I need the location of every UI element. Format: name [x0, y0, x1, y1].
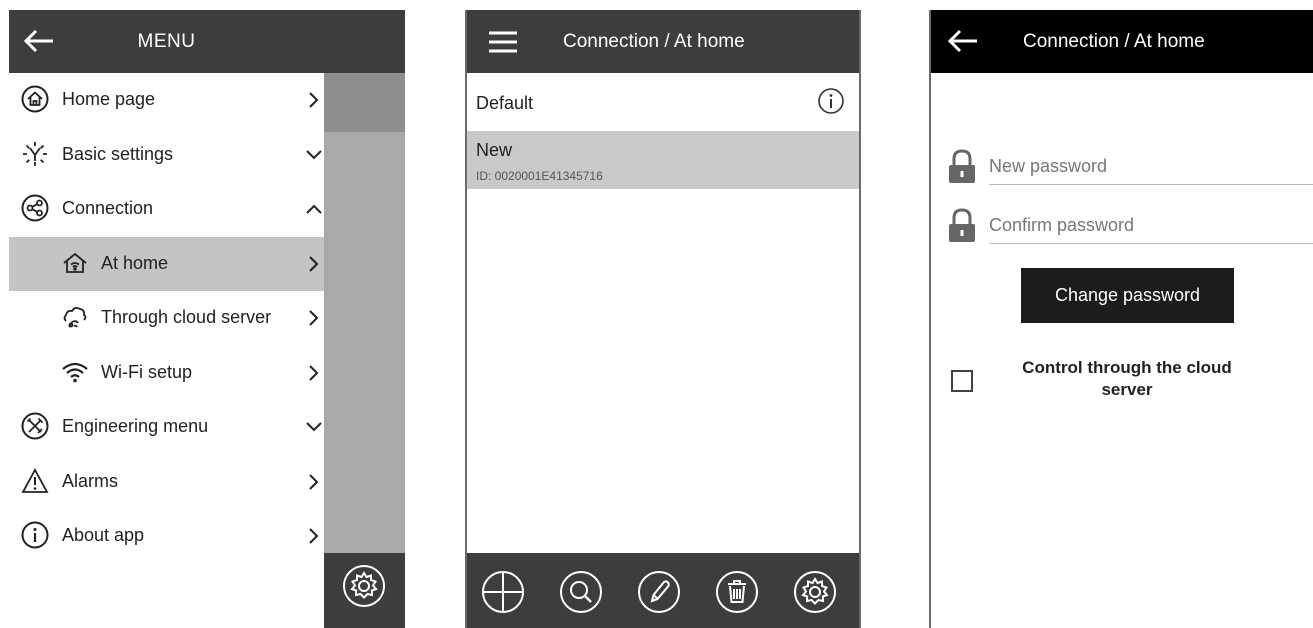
lock-icon [947, 149, 977, 185]
menu-item-alarms[interactable]: Alarms [9, 455, 324, 510]
chevron-right-icon [304, 308, 324, 328]
info-icon[interactable] [817, 87, 845, 115]
cloud-control-checkbox[interactable] [951, 370, 973, 392]
menu-item-through-cloud-server[interactable]: Through cloud server [9, 291, 324, 346]
menu-item-about-app[interactable]: About app [9, 509, 324, 564]
menu-item-at-home[interactable]: At home [9, 236, 324, 291]
menu-item-engineering-menu[interactable]: Engineering menu [9, 400, 324, 455]
page-title: Connection / At home [563, 31, 745, 52]
delete-icon[interactable] [715, 570, 759, 614]
overlay-header [324, 10, 405, 73]
basic-settings-icon [21, 140, 49, 168]
add-icon[interactable] [481, 570, 525, 614]
warning-icon [21, 467, 49, 495]
drawer-header: MENU [9, 10, 324, 73]
chevron-right-icon [304, 90, 324, 110]
cloud-control-label: Control through the cloud server [1022, 358, 1232, 399]
device-id: ID: 0020001E41345716 [476, 169, 603, 183]
wifi-icon [61, 358, 89, 386]
chevron-right-icon [304, 526, 324, 546]
menu-item-basic-settings[interactable]: Basic settings [9, 128, 324, 183]
new-password-field[interactable] [989, 149, 1313, 185]
menu-item-home-page[interactable]: Home page [9, 73, 324, 128]
navigation-drawer: MENU Home page Basic settings Connection… [9, 10, 324, 628]
menu-item-connection[interactable]: Connection [9, 182, 324, 237]
chevron-down-icon [304, 417, 324, 437]
hamburger-menu-icon[interactable] [487, 30, 519, 54]
menu-item-label: Basic settings [62, 143, 174, 164]
chevron-down-icon [304, 145, 324, 165]
list-item-label: Default [476, 93, 534, 113]
menu-item-label: Engineering menu [62, 416, 209, 436]
app-header: Connection / At home [467, 10, 859, 73]
home-icon [21, 85, 49, 113]
app-header: Connection / At home [931, 10, 1313, 73]
menu-item-label: Connection [62, 198, 154, 218]
drawer-title: MENU [137, 31, 196, 52]
list-item-default[interactable]: Default [467, 73, 859, 131]
lock-icon [947, 208, 977, 244]
chevron-right-icon [304, 363, 324, 383]
overlay-strip[interactable] [324, 10, 405, 628]
menu-item-label: At home [101, 252, 169, 273]
connection-list-screen: Connection / At home Default New ID: 002… [465, 10, 861, 628]
menu-item-label: Through cloud server [101, 307, 272, 327]
new-password-row [931, 149, 1313, 189]
settings-icon[interactable] [342, 564, 386, 608]
settings-icon[interactable] [793, 570, 837, 614]
share-icon [21, 194, 49, 222]
bottom-toolbar [467, 553, 859, 628]
info-icon [21, 521, 49, 549]
list-item-label: New [476, 140, 513, 160]
menu-item-label: About app [62, 525, 145, 545]
menu-list: Home page Basic settings Connection At h… [9, 73, 324, 564]
edit-icon[interactable] [637, 570, 681, 614]
confirm-password-field[interactable] [989, 208, 1313, 244]
cloud-server-icon [61, 303, 89, 331]
menu-screen: MENU Home page Basic settings Connection… [9, 10, 405, 628]
confirm-password-row [931, 208, 1313, 248]
menu-item-wifi-setup[interactable]: Wi-Fi setup [9, 346, 324, 401]
chevron-right-icon [304, 472, 324, 492]
overlay-highlight [324, 73, 405, 132]
password-screen: Connection / At home Change password Con… [929, 10, 1313, 628]
chevron-right-icon [304, 254, 324, 274]
chevron-up-icon [304, 199, 324, 219]
menu-item-label: Alarms [62, 470, 119, 491]
menu-item-label: Home page [62, 89, 156, 109]
list-item-new[interactable]: New ID: 0020001E41345716 [467, 131, 859, 189]
house-icon [61, 249, 89, 277]
back-arrow-icon[interactable] [947, 28, 979, 54]
tools-icon [21, 412, 49, 440]
change-password-button[interactable]: Change password [1021, 268, 1234, 323]
search-icon[interactable] [559, 570, 603, 614]
page-title: Connection / At home [1023, 31, 1205, 52]
menu-item-label: Wi-Fi setup [101, 361, 193, 382]
